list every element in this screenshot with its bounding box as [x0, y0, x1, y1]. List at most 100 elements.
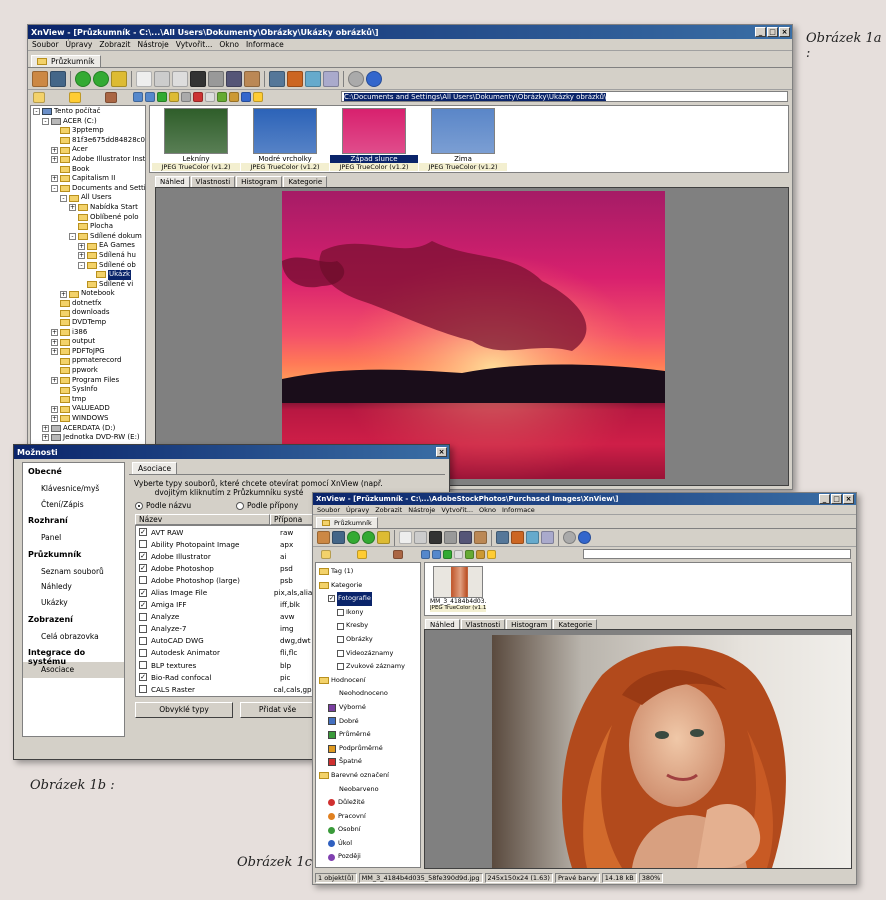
expand-toggle-icon[interactable]: +	[51, 175, 58, 183]
properties-icon[interactable]	[172, 70, 188, 87]
nav-item[interactable]: Čtení/Zápis	[23, 497, 124, 513]
menu-item[interactable]: Nástroje	[408, 506, 435, 514]
tree-item[interactable]: Neobarveno	[316, 783, 420, 797]
nav-back-icon[interactable]	[133, 92, 143, 102]
expand-toggle-icon[interactable]: +	[51, 415, 58, 423]
tree-item[interactable]: Obrázky	[316, 633, 420, 647]
sort-icon[interactable]	[229, 92, 239, 102]
expand-toggle-icon[interactable]: +	[51, 156, 58, 164]
file-type-row[interactable]: Analyze avw	[136, 611, 314, 623]
association-checkbox[interactable]	[139, 648, 147, 657]
category-checkbox[interactable]	[337, 622, 344, 630]
convert-icon[interactable]	[474, 531, 487, 544]
association-checkbox[interactable]: ✓	[139, 552, 147, 561]
filter-icon[interactable]	[217, 92, 227, 102]
expand-toggle-icon[interactable]: -	[42, 117, 49, 125]
tree-item[interactable]: + EA Games	[31, 241, 145, 251]
expand-toggle-icon[interactable]: -	[51, 185, 58, 193]
menu-item[interactable]: Soubor	[317, 506, 340, 514]
gear-icon[interactable]	[563, 531, 576, 544]
window-title-bar[interactable]: XnView - [Průzkumník - C:\...\All Users\…	[28, 25, 792, 39]
association-checkbox[interactable]	[139, 540, 147, 549]
favorites-icon[interactable]	[357, 550, 367, 559]
tree-item[interactable]: downloads	[31, 308, 145, 318]
slideshow-icon[interactable]	[269, 70, 285, 87]
category-checkbox[interactable]	[337, 636, 344, 644]
tree-item[interactable]: 81f3e675dd84828c0a5	[31, 136, 145, 146]
tree-item[interactable]: + VALUEADD	[31, 404, 145, 414]
minimize-icon[interactable]: _	[819, 494, 830, 504]
menu-item[interactable]: Úpravy	[346, 506, 369, 514]
expand-toggle-icon[interactable]: -	[60, 194, 67, 202]
tree-item[interactable]: Tag (1)	[316, 565, 420, 579]
scan-icon[interactable]	[226, 70, 242, 87]
favorites-icon[interactable]	[69, 91, 81, 103]
association-checkbox[interactable]	[139, 685, 147, 694]
thumbnail-item[interactable]: Západ slunce JPEG TrueColor (v1.2)	[330, 108, 418, 171]
web-page-icon[interactable]	[305, 70, 321, 87]
tree-item[interactable]: Dobré	[316, 715, 420, 729]
tree-item[interactable]: dotnetfx	[31, 299, 145, 309]
tree-item[interactable]: Později	[316, 850, 420, 864]
tree-item[interactable]: + Jednotka DVD-RW (E:)	[31, 433, 145, 443]
rename-icon[interactable]	[181, 92, 191, 102]
thumbnail-item[interactable]: MM_3_4184b4d03... JPEG TrueColor (v1.1)	[430, 566, 486, 612]
forward-icon[interactable]	[93, 70, 109, 87]
star-icon[interactable]	[253, 92, 263, 102]
file-type-row[interactable]: Adobe Photoshop (large) psb	[136, 574, 314, 586]
sort-by-extension-radio[interactable]: Podle přípony	[236, 501, 298, 510]
address-field[interactable]	[583, 549, 851, 559]
tree-item[interactable]: ppmaterecord	[31, 356, 145, 366]
up-folder-icon[interactable]	[443, 550, 452, 559]
refresh-icon[interactable]	[377, 531, 390, 544]
save-icon[interactable]	[154, 70, 170, 87]
menu-item[interactable]: Informace	[502, 506, 535, 514]
tree-item[interactable]: 3pptemp	[31, 126, 145, 136]
expand-toggle-icon[interactable]: +	[51, 376, 58, 384]
file-type-row[interactable]: ✓ Adobe Illustrator ai	[136, 550, 314, 562]
window-title-bar[interactable]: XnView - [Průzkumník - C:\...\AdobeStock…	[313, 493, 856, 505]
print-icon[interactable]	[444, 531, 457, 544]
address-field[interactable]: C:\Documents and Settings\All Users\Doku…	[341, 91, 788, 102]
tree-item[interactable]: ppwork	[31, 366, 145, 376]
column-extension-header[interactable]: Přípona	[270, 514, 315, 525]
tree-item[interactable]: - Sdílené dokum	[31, 232, 145, 242]
new-folder-icon[interactable]	[169, 92, 179, 102]
tree-item[interactable]: + Adobe Illustrator Install	[31, 155, 145, 165]
refresh-icon[interactable]	[111, 70, 127, 87]
tree-item[interactable]: - Tento počítač	[31, 107, 145, 117]
expand-toggle-icon[interactable]: +	[51, 405, 58, 413]
tab-associations[interactable]: Asociace	[132, 462, 178, 474]
menu-item[interactable]: Zobrazit	[99, 40, 130, 49]
gear-icon[interactable]	[348, 70, 364, 87]
info-icon[interactable]	[366, 70, 382, 87]
tree-item[interactable]: Ikony	[316, 606, 420, 620]
folders-panel-icon[interactable]	[33, 91, 45, 103]
nav-forward-icon[interactable]	[432, 550, 441, 559]
nav-forward-icon[interactable]	[145, 92, 155, 102]
menu-item[interactable]: Okno	[479, 506, 496, 514]
tree-item[interactable]: Úkol	[316, 837, 420, 851]
file-type-row[interactable]: BLP textures blp	[136, 659, 314, 671]
association-checkbox[interactable]	[139, 636, 147, 645]
tree-item[interactable]: + Acer	[31, 145, 145, 155]
tree-item[interactable]: Podprůměrné	[316, 742, 420, 756]
thumbnail-item[interactable]: Zima JPEG TrueColor (v1.2)	[419, 108, 507, 171]
view-mode-icon[interactable]	[205, 92, 215, 102]
scan-icon[interactable]	[459, 531, 472, 544]
open-icon[interactable]	[136, 70, 152, 87]
screen-capture-icon[interactable]	[287, 70, 303, 87]
file-type-row[interactable]: CALS Raster cal,cals,gp4	[136, 683, 314, 695]
file-type-row[interactable]: CGMcgm	[136, 695, 314, 696]
menu-item[interactable]: Úpravy	[66, 40, 93, 49]
browse-icon[interactable]	[317, 531, 330, 544]
file-type-row[interactable]: AutoCAD DWG dwg,dwt	[136, 635, 314, 647]
expand-toggle-icon[interactable]: +	[51, 348, 58, 356]
tree-item[interactable]: Pracovní	[316, 810, 420, 824]
checked-category-icon[interactable]: ✓	[328, 595, 335, 603]
restore-icon[interactable]: □	[767, 27, 778, 37]
column-name-header[interactable]: Název	[135, 514, 270, 525]
tree-item[interactable]: + ACERDATA (D:)	[31, 424, 145, 434]
tree-item[interactable]: Book	[31, 165, 145, 175]
sort-icon[interactable]	[476, 550, 485, 559]
